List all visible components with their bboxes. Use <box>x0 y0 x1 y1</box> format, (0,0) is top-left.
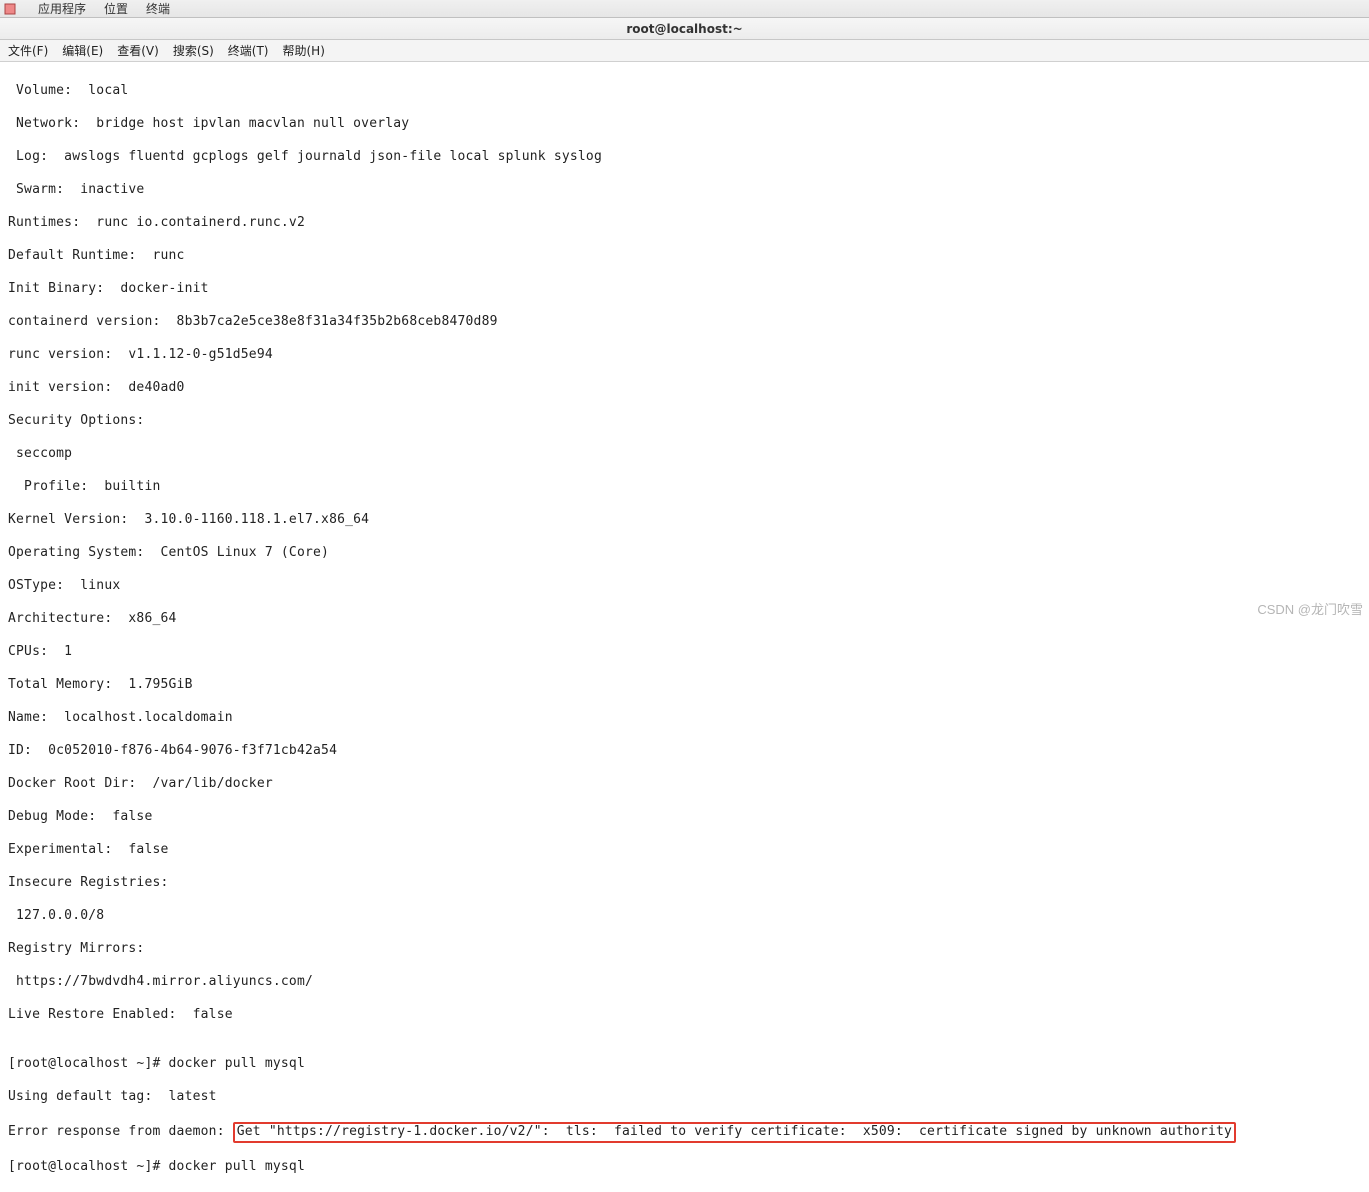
output-line: Security Options: <box>8 413 1361 430</box>
output-line: Network: bridge host ipvlan macvlan null… <box>8 116 1361 133</box>
menu-help[interactable]: 帮助(H) <box>283 42 325 59</box>
output-line: Runtimes: runc io.containerd.runc.v2 <box>8 215 1361 232</box>
output-line: Using default tag: latest <box>8 1089 1361 1106</box>
panel-terminal[interactable]: 终端 <box>146 0 170 17</box>
output-line: Swarm: inactive <box>8 182 1361 199</box>
output-line: Name: localhost.localdomain <box>8 710 1361 727</box>
output-line: Profile: builtin <box>8 479 1361 496</box>
output-line: CPUs: 1 <box>8 644 1361 661</box>
menu-view[interactable]: 查看(V) <box>117 42 159 59</box>
output-line: Total Memory: 1.795GiB <box>8 677 1361 694</box>
panel-places[interactable]: 位置 <box>104 0 128 17</box>
error-prefix: Error response from daemon: <box>8 1124 233 1139</box>
output-line: OSType: linux <box>8 578 1361 595</box>
panel-app-icon <box>4 3 16 15</box>
output-line: Log: awslogs fluentd gcplogs gelf journa… <box>8 149 1361 166</box>
output-line: Docker Root Dir: /var/lib/docker <box>8 776 1361 793</box>
window-title-bar[interactable]: root@localhost:~ <box>0 18 1369 40</box>
output-line: ID: 0c052010-f876-4b64-9076-f3f71cb42a54 <box>8 743 1361 760</box>
output-line: containerd version: 8b3b7ca2e5ce38e8f31a… <box>8 314 1361 331</box>
output-line: 127.0.0.0/8 <box>8 908 1361 925</box>
menu-edit[interactable]: 编辑(E) <box>62 42 103 59</box>
menu-terminal[interactable]: 终端(T) <box>228 42 269 59</box>
window-title: root@localhost:~ <box>626 22 742 36</box>
output-line: Debug Mode: false <box>8 809 1361 826</box>
output-line: Architecture: x86_64 <box>8 611 1361 628</box>
output-line: init version: de40ad0 <box>8 380 1361 397</box>
error-line: Error response from daemon: Get "https:/… <box>8 1122 1361 1143</box>
prompt-line: [root@localhost ~]# docker pull mysql <box>8 1159 1361 1176</box>
error-highlight: Get "https://registry-1.docker.io/v2/": … <box>233 1122 1236 1143</box>
output-line: runc version: v1.1.12-0-g51d5e94 <box>8 347 1361 364</box>
output-line: Init Binary: docker-init <box>8 281 1361 298</box>
output-line: Kernel Version: 3.10.0-1160.118.1.el7.x8… <box>8 512 1361 529</box>
menu-search[interactable]: 搜索(S) <box>173 42 214 59</box>
output-line: Live Restore Enabled: false <box>8 1007 1361 1024</box>
output-line: Registry Mirrors: <box>8 941 1361 958</box>
output-line: Default Runtime: runc <box>8 248 1361 265</box>
panel-applications[interactable]: 应用程序 <box>38 0 86 17</box>
terminal-output[interactable]: Volume: local Network: bridge host ipvla… <box>0 62 1369 1192</box>
output-line: Insecure Registries: <box>8 875 1361 892</box>
output-line: Volume: local <box>8 83 1361 100</box>
prompt-line: [root@localhost ~]# docker pull mysql <box>8 1056 1361 1073</box>
output-line: Experimental: false <box>8 842 1361 859</box>
output-line: https://7bwdvdh4.mirror.aliyuncs.com/ <box>8 974 1361 991</box>
menu-file[interactable]: 文件(F) <box>8 42 48 59</box>
desktop-top-panel: 应用程序 位置 终端 <box>0 0 1369 18</box>
terminal-menu-bar: 文件(F) 编辑(E) 查看(V) 搜索(S) 终端(T) 帮助(H) <box>0 40 1369 62</box>
output-line: Operating System: CentOS Linux 7 (Core) <box>8 545 1361 562</box>
output-line: seccomp <box>8 446 1361 463</box>
